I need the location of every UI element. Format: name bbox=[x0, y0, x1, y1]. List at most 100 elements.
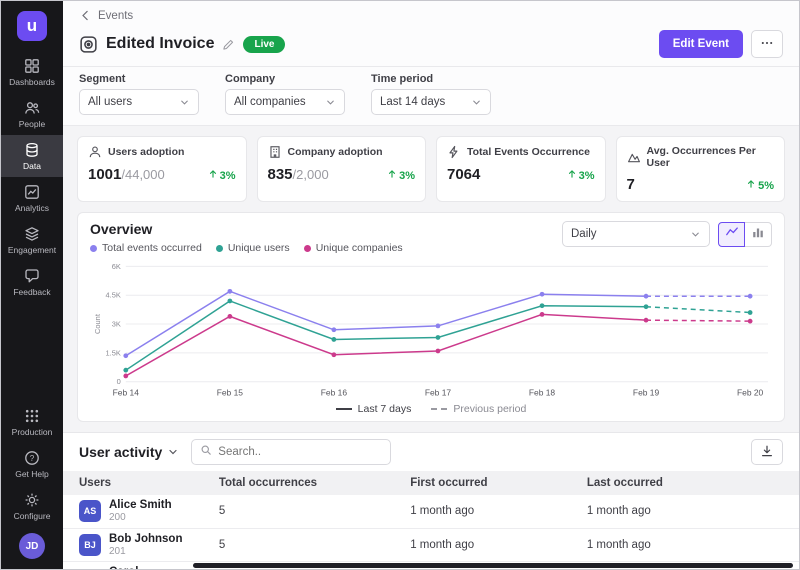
legend-item-unique-companies[interactable]: Unique companies bbox=[304, 242, 403, 254]
last-occurred-cell: 1 month ago bbox=[571, 495, 799, 528]
stat-trend: 3% bbox=[387, 169, 415, 182]
sidebar-item-dashboards[interactable]: Dashboards bbox=[1, 51, 63, 93]
sidebar-item-label: Configure bbox=[14, 511, 51, 521]
legend-item-unique-users[interactable]: Unique users bbox=[216, 242, 290, 254]
svg-text:Feb 16: Feb 16 bbox=[321, 388, 348, 398]
trend-up-icon bbox=[208, 169, 218, 182]
dashed-line-icon bbox=[431, 408, 447, 410]
stat-denominator: /44,000 bbox=[121, 167, 164, 182]
overview-card: Overview Total events occurred Unique us… bbox=[77, 212, 785, 422]
select-value: All users bbox=[88, 96, 132, 108]
trend-up-icon bbox=[746, 179, 756, 192]
page-header: Events Edited Invoice Live Edit Event bbox=[63, 1, 799, 66]
stat-card-total-events: Total Events Occurrence 7064 3% bbox=[436, 136, 606, 202]
filter-time-period: Time period Last 14 days bbox=[371, 73, 491, 115]
sidebar-item-analytics[interactable]: Analytics bbox=[1, 177, 63, 219]
sidebar-item-people[interactable]: People bbox=[1, 93, 63, 135]
dashboards-icon bbox=[24, 58, 40, 74]
line-chart-toggle[interactable] bbox=[718, 222, 745, 247]
filter-segment: Segment All users bbox=[79, 73, 199, 115]
chevron-down-icon bbox=[325, 97, 336, 108]
legend-item-total-events[interactable]: Total events occurred bbox=[90, 242, 202, 254]
stat-title: Avg. Occurrences Per User bbox=[647, 145, 775, 169]
total-occurrences-cell: 5 bbox=[203, 495, 394, 528]
more-options-button[interactable] bbox=[751, 30, 783, 58]
total-occurrences-cell: 5 bbox=[203, 528, 394, 562]
analytics-icon bbox=[24, 184, 40, 200]
chevron-down-icon bbox=[179, 97, 190, 108]
avatar: BJ bbox=[79, 534, 101, 556]
search-input[interactable] bbox=[218, 446, 382, 458]
company-select[interactable]: All companies bbox=[225, 89, 345, 115]
people-icon bbox=[24, 100, 40, 116]
stat-card-avg-occurrences: Avg. Occurrences Per User 7 5% bbox=[616, 136, 786, 202]
granularity-select[interactable]: Daily bbox=[562, 221, 710, 247]
search-icon bbox=[200, 443, 212, 461]
segment-select[interactable]: All users bbox=[79, 89, 199, 115]
sidebar-item-label: Data bbox=[23, 161, 41, 171]
svg-text:?: ? bbox=[30, 454, 35, 463]
user-name[interactable]: Carol Williams bbox=[109, 566, 187, 569]
user-id: 201 bbox=[109, 546, 182, 558]
configure-icon bbox=[24, 492, 40, 508]
user-name[interactable]: Bob Johnson bbox=[109, 533, 182, 546]
main-area: Events Edited Invoice Live Edit Event Se… bbox=[63, 1, 799, 569]
sidebar-item-label: Production bbox=[12, 427, 53, 437]
sidebar-item-data[interactable]: Data bbox=[1, 135, 63, 177]
user-avatar[interactable]: JD bbox=[19, 533, 45, 559]
back-button[interactable]: Events bbox=[79, 9, 133, 22]
solid-line-icon bbox=[336, 408, 352, 410]
horizontal-scrollbar[interactable] bbox=[193, 563, 793, 568]
user-activity-title[interactable]: User activity bbox=[79, 444, 179, 460]
stat-title: Company adoption bbox=[288, 146, 383, 158]
svg-text:Feb 17: Feb 17 bbox=[425, 388, 452, 398]
column-header-total-occurrences[interactable]: Total occurrences bbox=[203, 471, 394, 495]
sidebar-item-feedback[interactable]: Feedback bbox=[1, 261, 63, 303]
app-logo[interactable]: u bbox=[17, 11, 47, 41]
overview-line-chart[interactable]: 01.5K3K4.5K6KFeb 14Feb 15Feb 16Feb 17Feb… bbox=[90, 258, 772, 402]
svg-text:3K: 3K bbox=[112, 320, 121, 329]
back-label: Events bbox=[98, 10, 133, 22]
user-name[interactable]: Alice Smith bbox=[109, 499, 172, 512]
help-icon: ? bbox=[24, 450, 40, 466]
overview-title: Overview bbox=[90, 221, 403, 237]
ellipsis-icon bbox=[760, 36, 774, 53]
page-title: Edited Invoice bbox=[106, 35, 214, 53]
edit-event-button[interactable]: Edit Event bbox=[659, 30, 743, 58]
sidebar-item-configure[interactable]: Configure bbox=[1, 485, 63, 527]
table-row[interactable]: BJBob Johnson201 5 1 month ago 1 month a… bbox=[63, 528, 799, 562]
svg-text:6K: 6K bbox=[112, 262, 121, 271]
svg-text:Feb 18: Feb 18 bbox=[529, 388, 556, 398]
legend-dot bbox=[90, 245, 97, 252]
svg-text:0: 0 bbox=[117, 377, 121, 386]
user-activity-section: User activity Users Total occurrences bbox=[63, 432, 799, 569]
time-period-select[interactable]: Last 14 days bbox=[371, 89, 491, 115]
sidebar-item-label: Get Help bbox=[15, 469, 49, 479]
content-area: Users adoption 1001/44,000 3% Company ad… bbox=[63, 126, 799, 569]
avatar: AS bbox=[79, 500, 101, 522]
engagement-icon bbox=[24, 226, 40, 242]
last-occurred-cell: 1 month ago bbox=[571, 528, 799, 562]
legend-dot bbox=[304, 245, 311, 252]
column-header-users[interactable]: Users bbox=[63, 471, 203, 495]
edit-title-icon[interactable] bbox=[222, 38, 235, 51]
column-header-first-occurred[interactable]: First occurred bbox=[394, 471, 571, 495]
event-icon bbox=[79, 35, 98, 54]
sidebar-item-engagement[interactable]: Engagement bbox=[1, 219, 63, 261]
bar-chart-toggle[interactable] bbox=[745, 222, 772, 247]
sidebar-bottom-nav: Production ? Get Help Configure JD bbox=[1, 401, 63, 561]
app-window: u Dashboards People Data Analytics Engag… bbox=[0, 0, 800, 570]
user-id: 200 bbox=[109, 512, 172, 524]
download-icon bbox=[760, 444, 774, 461]
stats-row: Users adoption 1001/44,000 3% Company ad… bbox=[77, 136, 785, 202]
download-button[interactable] bbox=[751, 439, 783, 465]
chart-type-toggle bbox=[718, 222, 772, 247]
stat-card-users-adoption: Users adoption 1001/44,000 3% bbox=[77, 136, 247, 202]
stat-title: Users adoption bbox=[108, 146, 184, 158]
sidebar-item-get-help[interactable]: ? Get Help bbox=[1, 443, 63, 485]
sidebar-item-production[interactable]: Production bbox=[1, 401, 63, 443]
sidebar-item-label: Engagement bbox=[8, 245, 56, 255]
column-header-last-occurred[interactable]: Last occurred bbox=[571, 471, 799, 495]
stat-trend: 3% bbox=[208, 169, 236, 182]
table-row[interactable]: ASAlice Smith200 5 1 month ago 1 month a… bbox=[63, 495, 799, 528]
